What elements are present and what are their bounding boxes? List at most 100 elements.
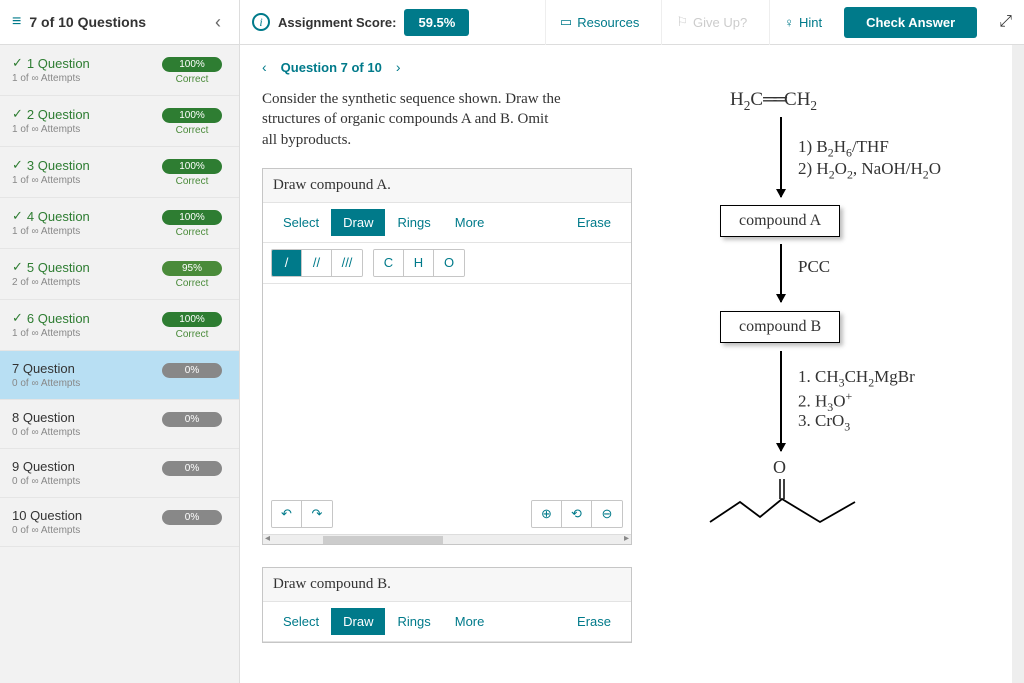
question-attempts: 1 of ∞ Attempts	[12, 73, 90, 84]
panelA-tab-rings[interactable]: Rings	[385, 209, 442, 236]
checkmark-icon: ✓	[12, 55, 23, 71]
checkmark-icon: ✓	[12, 259, 23, 275]
status-label: Correct	[157, 227, 227, 238]
scheme-step1b: 2) H2O2, NaOH/H2O	[798, 159, 941, 182]
panelA-canvas[interactable]	[263, 284, 631, 494]
sidebar-item-1-question[interactable]: ✓ 1 Question 1 of ∞ Attempts 100% Correct	[0, 45, 239, 96]
check-answer-button[interactable]: Check Answer	[844, 7, 977, 38]
checkmark-icon: ✓	[12, 310, 23, 326]
panelA-tab-draw[interactable]: Draw	[331, 209, 385, 236]
scheme-oxygen: O	[773, 457, 786, 478]
prev-question-icon[interactable]: ‹	[262, 59, 267, 75]
sidebar-item-3-question[interactable]: ✓3 Question1 of ∞ Attempts100%Correct	[0, 147, 239, 198]
zoom-reset-icon[interactable]: ⟲	[562, 501, 592, 527]
sidebar-item-8-question[interactable]: 8 Question0 of ∞ Attempts0%	[0, 400, 239, 449]
status-label: Correct	[157, 329, 227, 340]
question-attempts: 1 of ∞ Attempts	[12, 226, 90, 237]
question-attempts: 1 of ∞ Attempts	[12, 175, 90, 186]
collapse-sidebar-icon[interactable]: ‹	[209, 12, 227, 33]
sidebar-item-9-question[interactable]: 9 Question 0 of ∞ Attempts 0%	[0, 449, 239, 498]
question-title: 9 Question	[12, 459, 75, 474]
question-title: 6 Question	[27, 311, 90, 326]
score-pill: 0%	[162, 510, 222, 525]
panelA-tab-more[interactable]: More	[443, 209, 497, 236]
checkmark-icon: ✓	[12, 157, 23, 173]
question-title: 2 Question	[27, 107, 90, 122]
compound-a-box: compound A	[720, 205, 840, 237]
draw-panel-b-title: Draw compound B.	[263, 568, 631, 602]
sidebar-item-7-question[interactable]: 7 Question0 of ∞ Attempts0%	[0, 351, 239, 400]
atom-h-button[interactable]: H	[404, 250, 434, 276]
question-title: 7 Question	[12, 361, 75, 376]
question-attempts: 1 of ∞ Attempts	[12, 124, 90, 135]
sidebar-item-5-question[interactable]: ✓5 Question2 of ∞ Attempts95%Correct	[0, 249, 239, 300]
checkmark-icon: ✓	[12, 208, 23, 224]
score-pill: 95%	[162, 261, 222, 276]
scheme-step1a: 1) B2H6/THF	[798, 137, 889, 160]
score-pill: 100%	[162, 57, 222, 72]
giveup-link: ⚐Give Up?	[661, 0, 761, 45]
score-value: 59.5%	[404, 9, 469, 36]
menu-icon[interactable]: ≡	[12, 13, 21, 31]
question-attempts: 0 of ∞ Attempts	[12, 427, 80, 438]
double-bond-icon[interactable]: //	[302, 250, 332, 276]
atom-c-button[interactable]: C	[374, 250, 404, 276]
draw-panel-a-title: Draw compound A.	[263, 169, 631, 203]
panelA-tab-erase[interactable]: Erase	[565, 209, 623, 236]
question-title: 5 Question	[27, 260, 90, 275]
question-attempts: 0 of ∞ Attempts	[12, 525, 82, 536]
sidebar-item-10-question[interactable]: 10 Question 0 of ∞ Attempts 0%	[0, 498, 239, 547]
resources-link[interactable]: ▭Resources	[545, 0, 653, 45]
status-label: Correct	[157, 278, 227, 289]
single-bond-icon[interactable]: /	[272, 250, 302, 276]
question-title: 4 Question	[27, 209, 90, 224]
zoom-out-icon[interactable]: ⊖	[592, 501, 622, 527]
draw-panel-a: Draw compound A. Select Draw Rings More …	[262, 168, 632, 545]
question-attempts: 0 of ∞ Attempts	[12, 378, 80, 389]
fullscreen-icon[interactable]: ⤢	[985, 13, 1012, 31]
triple-bond-icon[interactable]: ///	[332, 250, 362, 276]
next-question-icon[interactable]: ›	[396, 59, 401, 75]
panelB-tab-rings[interactable]: Rings	[385, 608, 442, 635]
question-title: 10 Question	[12, 508, 82, 523]
question-attempts: 0 of ∞ Attempts	[12, 476, 80, 487]
ketone-structure	[700, 477, 870, 537]
zoom-in-icon[interactable]: ⊕	[532, 501, 562, 527]
panelB-tab-erase[interactable]: Erase	[565, 608, 623, 635]
score-pill: 100%	[162, 210, 222, 225]
main-content: ‹ Question 7 of 10 › Consider the synthe…	[240, 45, 1024, 683]
sidebar-item-4-question[interactable]: ✓ 4 Question 1 of ∞ Attempts 100% Correct	[0, 198, 239, 249]
draw-panel-b: Draw compound B. Select Draw Rings More …	[262, 567, 632, 643]
status-label: Correct	[157, 74, 227, 85]
undo-icon[interactable]: ↶	[272, 501, 302, 527]
sidebar-item-2-question[interactable]: ✓ 2 Question 1 of ∞ Attempts 100% Correct	[0, 96, 239, 147]
status-label: Correct	[157, 125, 227, 136]
question-attempts: 1 of ∞ Attempts	[12, 328, 90, 339]
panelA-bond-tools: / // ///	[271, 249, 363, 277]
hint-link[interactable]: ♀Hint	[769, 0, 836, 45]
question-title: 1 Question	[27, 56, 90, 71]
scheme-reagent-top: H2C══CH2	[730, 89, 817, 114]
question-sidebar: ✓ 1 Question 1 of ∞ Attempts 100% Correct ✓ 2 …	[0, 45, 240, 683]
question-prompt: Consider the synthetic sequence shown. D…	[262, 89, 632, 150]
status-label: Correct	[157, 176, 227, 187]
panelA-tab-select[interactable]: Select	[271, 209, 331, 236]
score-label: Assignment Score:	[278, 15, 396, 30]
question-progress: 7 of 10 Questions	[29, 14, 146, 30]
atom-o-button[interactable]: O	[434, 250, 464, 276]
panelB-tab-draw[interactable]: Draw	[331, 608, 385, 635]
compound-b-box: compound B	[720, 311, 840, 343]
score-pill: 0%	[162, 461, 222, 476]
panelB-tab-select[interactable]: Select	[271, 608, 331, 635]
sidebar-item-6-question[interactable]: ✓6 Question1 of ∞ Attempts100%Correct	[0, 300, 239, 351]
score-pill: 100%	[162, 108, 222, 123]
info-icon[interactable]: i	[252, 13, 270, 31]
panelA-atom-tools: C H O	[373, 249, 465, 277]
reaction-scheme: H2C══CH2 1) B2H6/THF 2) H2O2, NaOH/H2O c…	[660, 89, 990, 649]
panelB-tab-more[interactable]: More	[443, 608, 497, 635]
checkmark-icon: ✓	[12, 106, 23, 122]
score-pill: 100%	[162, 159, 222, 174]
question-title: 8 Question	[12, 410, 75, 425]
flag-icon: ⚐	[676, 14, 688, 30]
redo-icon[interactable]: ↷	[302, 501, 332, 527]
